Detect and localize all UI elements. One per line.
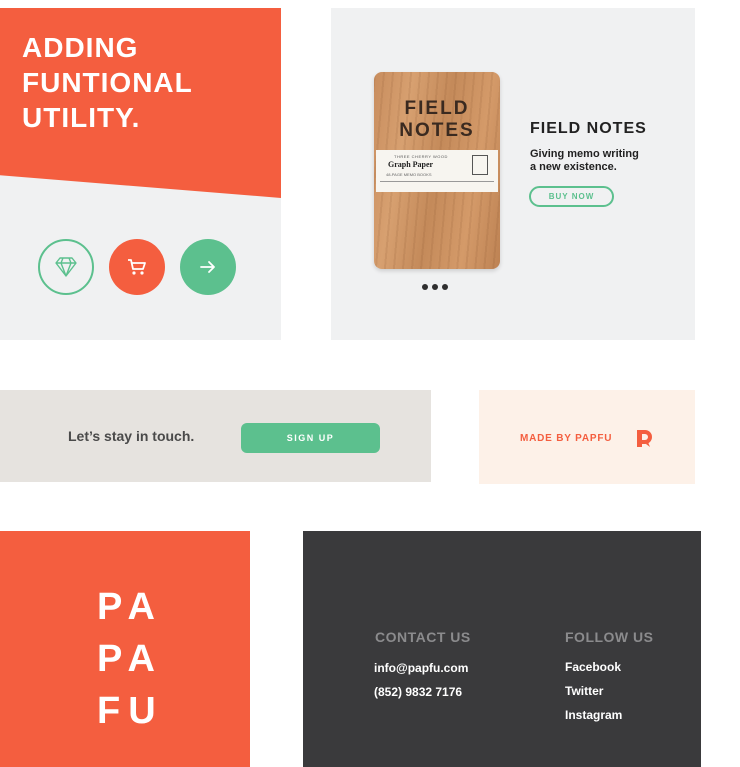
product-title: FIELD NOTES — [530, 120, 647, 137]
product-card: FIELD NOTES THREE CHERRY WOOD Graph Pape… — [331, 8, 695, 340]
made-by-box[interactable]: MADE BY PAPFU — [479, 390, 695, 484]
contact-heading: CONTACT US — [375, 629, 471, 645]
contact-email-link[interactable]: info@papfu.com — [374, 661, 468, 675]
notebook-grid-icon — [472, 155, 488, 175]
social-link-twitter[interactable]: Twitter — [565, 684, 603, 698]
cart-button[interactable] — [109, 239, 165, 295]
newsletter-bar: Let’s stay in touch. SIGN UP — [0, 390, 431, 482]
utility-card: ADDING FUNTIONAL UTILITY. — [0, 8, 281, 340]
carousel-dot[interactable] — [432, 284, 438, 290]
arrow-right-icon — [200, 261, 215, 273]
social-link-facebook[interactable]: Facebook — [565, 660, 621, 674]
social-link-instagram[interactable]: Instagram — [565, 708, 622, 722]
notebook-label-rule — [380, 181, 494, 182]
brand-block: PA PA FU — [0, 531, 250, 767]
notebook-image[interactable]: FIELD NOTES THREE CHERRY WOOD Graph Pape… — [374, 72, 500, 269]
next-arrow-button[interactable] — [180, 239, 236, 295]
notebook-label-small: THREE CHERRY WOOD — [394, 154, 448, 159]
carousel-dot[interactable] — [422, 284, 428, 290]
gem-icon — [55, 257, 77, 277]
notebook-label-main: Graph Paper — [388, 160, 434, 169]
sign-up-button[interactable]: SIGN UP — [241, 423, 380, 453]
carousel-dots — [422, 284, 448, 290]
carousel-dot[interactable] — [442, 284, 448, 290]
made-by-text: MADE BY PAPFU — [520, 433, 613, 444]
notebook-label: THREE CHERRY WOOD Graph Paper 48-PAGE ME… — [376, 150, 498, 192]
newsletter-text: Let’s stay in touch. — [68, 428, 195, 444]
footer-panel: CONTACT US info@papfu.com (852) 9832 717… — [303, 531, 701, 767]
notebook-cover-title: FIELD NOTES — [399, 98, 475, 141]
notebook-label-sub: 48-PAGE MEMO BOOKS — [386, 172, 432, 177]
product-description: Giving memo writing a new existence. — [530, 148, 639, 173]
gem-button[interactable] — [38, 239, 94, 295]
cart-icon — [128, 259, 146, 275]
brand-wordmark: PA PA FU — [97, 586, 164, 732]
follow-heading: FOLLOW US — [565, 629, 654, 645]
contact-phone[interactable]: (852) 9832 7176 — [374, 685, 462, 699]
buy-now-button[interactable]: BUY NOW — [529, 186, 614, 207]
papfu-logo-icon — [637, 430, 652, 447]
utility-headline: ADDING FUNTIONAL UTILITY. — [22, 32, 193, 133]
